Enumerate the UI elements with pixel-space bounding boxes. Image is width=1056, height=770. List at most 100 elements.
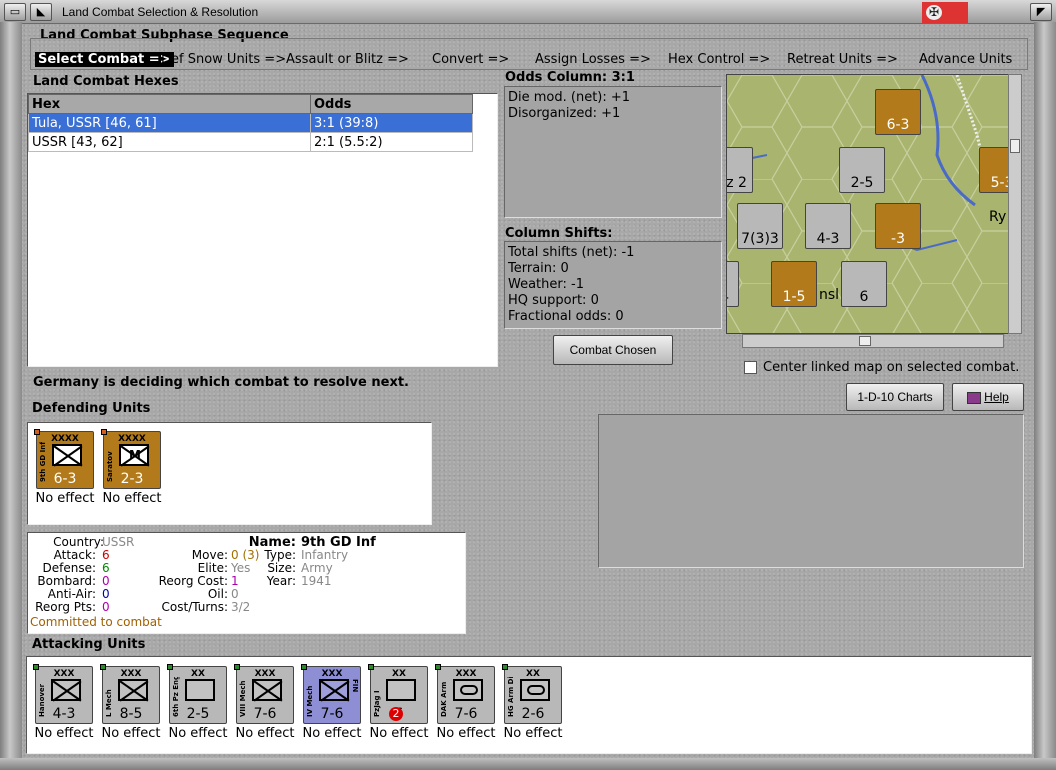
attack-label: Attack: (53, 548, 96, 562)
map-city-label: nsl (819, 287, 840, 303)
disorganized-badge: 2 (389, 707, 403, 721)
bombard-label: Bombard: (37, 574, 96, 588)
elite-value: Yes (231, 561, 251, 575)
book-icon (967, 391, 982, 404)
combat-chosen-button[interactable]: Combat Chosen (553, 335, 673, 365)
defender-counter[interactable]: XXXX 9th GD Inf 6-3 (34, 429, 94, 489)
unit-strength: 4-3 (52, 706, 76, 722)
step-advance-units: Advance Units (919, 52, 1013, 67)
odds-cell: 2:1 (5.5:2) (310, 132, 473, 152)
reorg-pts-label: Reorg Pts: (35, 600, 96, 614)
map-counter[interactable]: ritz 2 (727, 147, 753, 193)
unit-strength: 2-5 (186, 706, 210, 722)
step-assault-or-blitz: Assault or Blitz => (286, 52, 409, 67)
terrain-text: Terrain: 0 (508, 261, 569, 276)
map-counter[interactable]: 1-5 (771, 261, 817, 307)
defender-effect: No effect (35, 491, 95, 506)
defense-value: 6 (102, 561, 110, 575)
mech-icon (51, 679, 81, 701)
table-row[interactable]: Tula, USSR [46, 61] 3:1 (39:8) (28, 113, 473, 133)
attacker-counter[interactable]: XX HG Arm Div 2-6 (502, 664, 562, 724)
map-counter[interactable]: -4 (727, 261, 739, 307)
hexes-table: Hex Odds Tula, USSR [46, 61] 3:1 (39:8) … (28, 94, 473, 152)
map-horizontal-scrollbar[interactable] (742, 334, 1004, 348)
column-header-odds[interactable]: Odds (310, 94, 473, 114)
linked-map[interactable]: 6-3 2-5 5-3 7(3)3 4-3 -3 1-5 6 -4 ritz 2… (726, 74, 1022, 334)
german-flag-icon: ✠ (922, 2, 968, 23)
odds-cell: 3:1 (39:8) (310, 113, 473, 133)
subphase-sequence: Select Combat => Def Snow Units => Assau… (30, 38, 1028, 70)
mech-icon (252, 679, 282, 701)
reorg-cost-label: Reorg Cost: (158, 574, 228, 588)
center-map-checkbox[interactable] (744, 361, 757, 374)
attacker-counter[interactable]: XXX L Mech 8-5 (100, 664, 160, 724)
map-counter[interactable]: 2-5 (839, 147, 885, 193)
unit-strength: 7-6 (253, 706, 277, 722)
scrollbar-thumb[interactable] (859, 336, 871, 346)
bombard-value: 0 (102, 574, 110, 588)
map-counter[interactable]: 6-3 (875, 89, 921, 135)
attacker-counter[interactable]: XXX IV Mech 7-6 FIN (301, 664, 361, 724)
attack-value: 6 (102, 548, 110, 562)
reorg-cost-value: 1 (231, 574, 239, 588)
odds-panel: Die mod. (net): +1 Disorganized: +1 (504, 86, 722, 218)
engineer-icon (185, 679, 215, 701)
minimize-button[interactable]: ◣ (30, 3, 52, 21)
map-counter[interactable]: 7(3)3 (737, 203, 783, 249)
total-shifts-text: Total shifts (net): -1 (508, 245, 635, 260)
attacker-effect: No effect (34, 726, 94, 741)
title-bar: ▭ ◣ Land Combat Selection & Resolution ✠… (0, 0, 1056, 24)
attacker-counter[interactable]: XXPzJag I62 (368, 664, 428, 724)
map-counter[interactable]: 6 (841, 261, 887, 307)
map-vertical-scrollbar[interactable] (1008, 74, 1022, 334)
system-menu-button[interactable]: ▭ (4, 3, 26, 21)
attacker-counter[interactable]: XX 6th Pz Eng 2-5 (167, 664, 227, 724)
charts-button[interactable]: 1-D-10 Charts (846, 383, 944, 411)
attacker-effect: No effect (436, 726, 496, 741)
weather-text: Weather: -1 (508, 277, 584, 292)
step-assign-losses: Assign Losses => (535, 52, 651, 67)
attacker-effect: No effect (302, 726, 362, 741)
frame-left (0, 22, 22, 762)
attacker-counter[interactable]: XXX DAK Arm 7-6 (435, 664, 495, 724)
hexes-heading: Land Combat Hexes (33, 74, 179, 89)
scrollbar-thumb[interactable] (1010, 139, 1020, 153)
map-counter[interactable]: 4-3 (805, 203, 851, 249)
attacker-effect: No effect (369, 726, 429, 741)
window-title: Land Combat Selection & Resolution (62, 5, 259, 19)
oil-label: Oil: (207, 587, 228, 601)
country-label: Country: (53, 535, 104, 549)
country-value: USSR (102, 535, 135, 549)
elite-label: Elite: (197, 561, 228, 575)
center-map-label: Center linked map on selected combat. (763, 360, 1020, 375)
year-value: 1941 (301, 574, 332, 588)
unit-strength: 6-3 (53, 471, 77, 487)
fractional-odds-text: Fractional odds: 0 (508, 309, 624, 324)
defender-counter[interactable]: XXXX Saratov M 2-3 (101, 429, 161, 489)
armor-icon (453, 679, 483, 701)
frame-bottom (0, 758, 1056, 770)
attacking-heading: Attacking Units (32, 637, 146, 652)
step-convert: Convert => (432, 52, 510, 67)
antiair-label: Anti-Air: (47, 587, 96, 601)
table-row[interactable]: USSR [43, 62] 2:1 (5.5:2) (28, 132, 473, 152)
die-mod-text: Die mod. (net): +1 (508, 90, 631, 105)
move-label: Move: (191, 548, 228, 562)
hexes-list: Hex Odds Tula, USSR [46, 61] 3:1 (39:8) … (27, 93, 498, 367)
mech-icon: M (119, 444, 149, 466)
attacker-counter[interactable]: XXX Hanover 4-3 (33, 664, 93, 724)
map-city-label: Ry (989, 209, 1007, 225)
hex-cell: USSR [43, 62] (28, 132, 311, 152)
attacker-counter[interactable]: XXX VIII Mech 7-6 (234, 664, 294, 724)
defending-heading: Defending Units (32, 401, 151, 416)
unit-strength: 7-6 (320, 706, 344, 722)
combat-window: ▭ ◣ Land Combat Selection & Resolution ✠… (0, 0, 1056, 770)
map-counter-selected[interactable]: -3 (875, 203, 921, 249)
help-button[interactable]: Help (952, 383, 1024, 411)
column-header-hex[interactable]: Hex (28, 94, 311, 114)
cost-turns-value: 3/2 (231, 600, 251, 614)
nationality-tag: FIN (351, 679, 359, 693)
anti-tank-icon (386, 679, 416, 701)
close-button[interactable]: ◤ (1030, 3, 1052, 21)
mech-icon (319, 679, 349, 701)
